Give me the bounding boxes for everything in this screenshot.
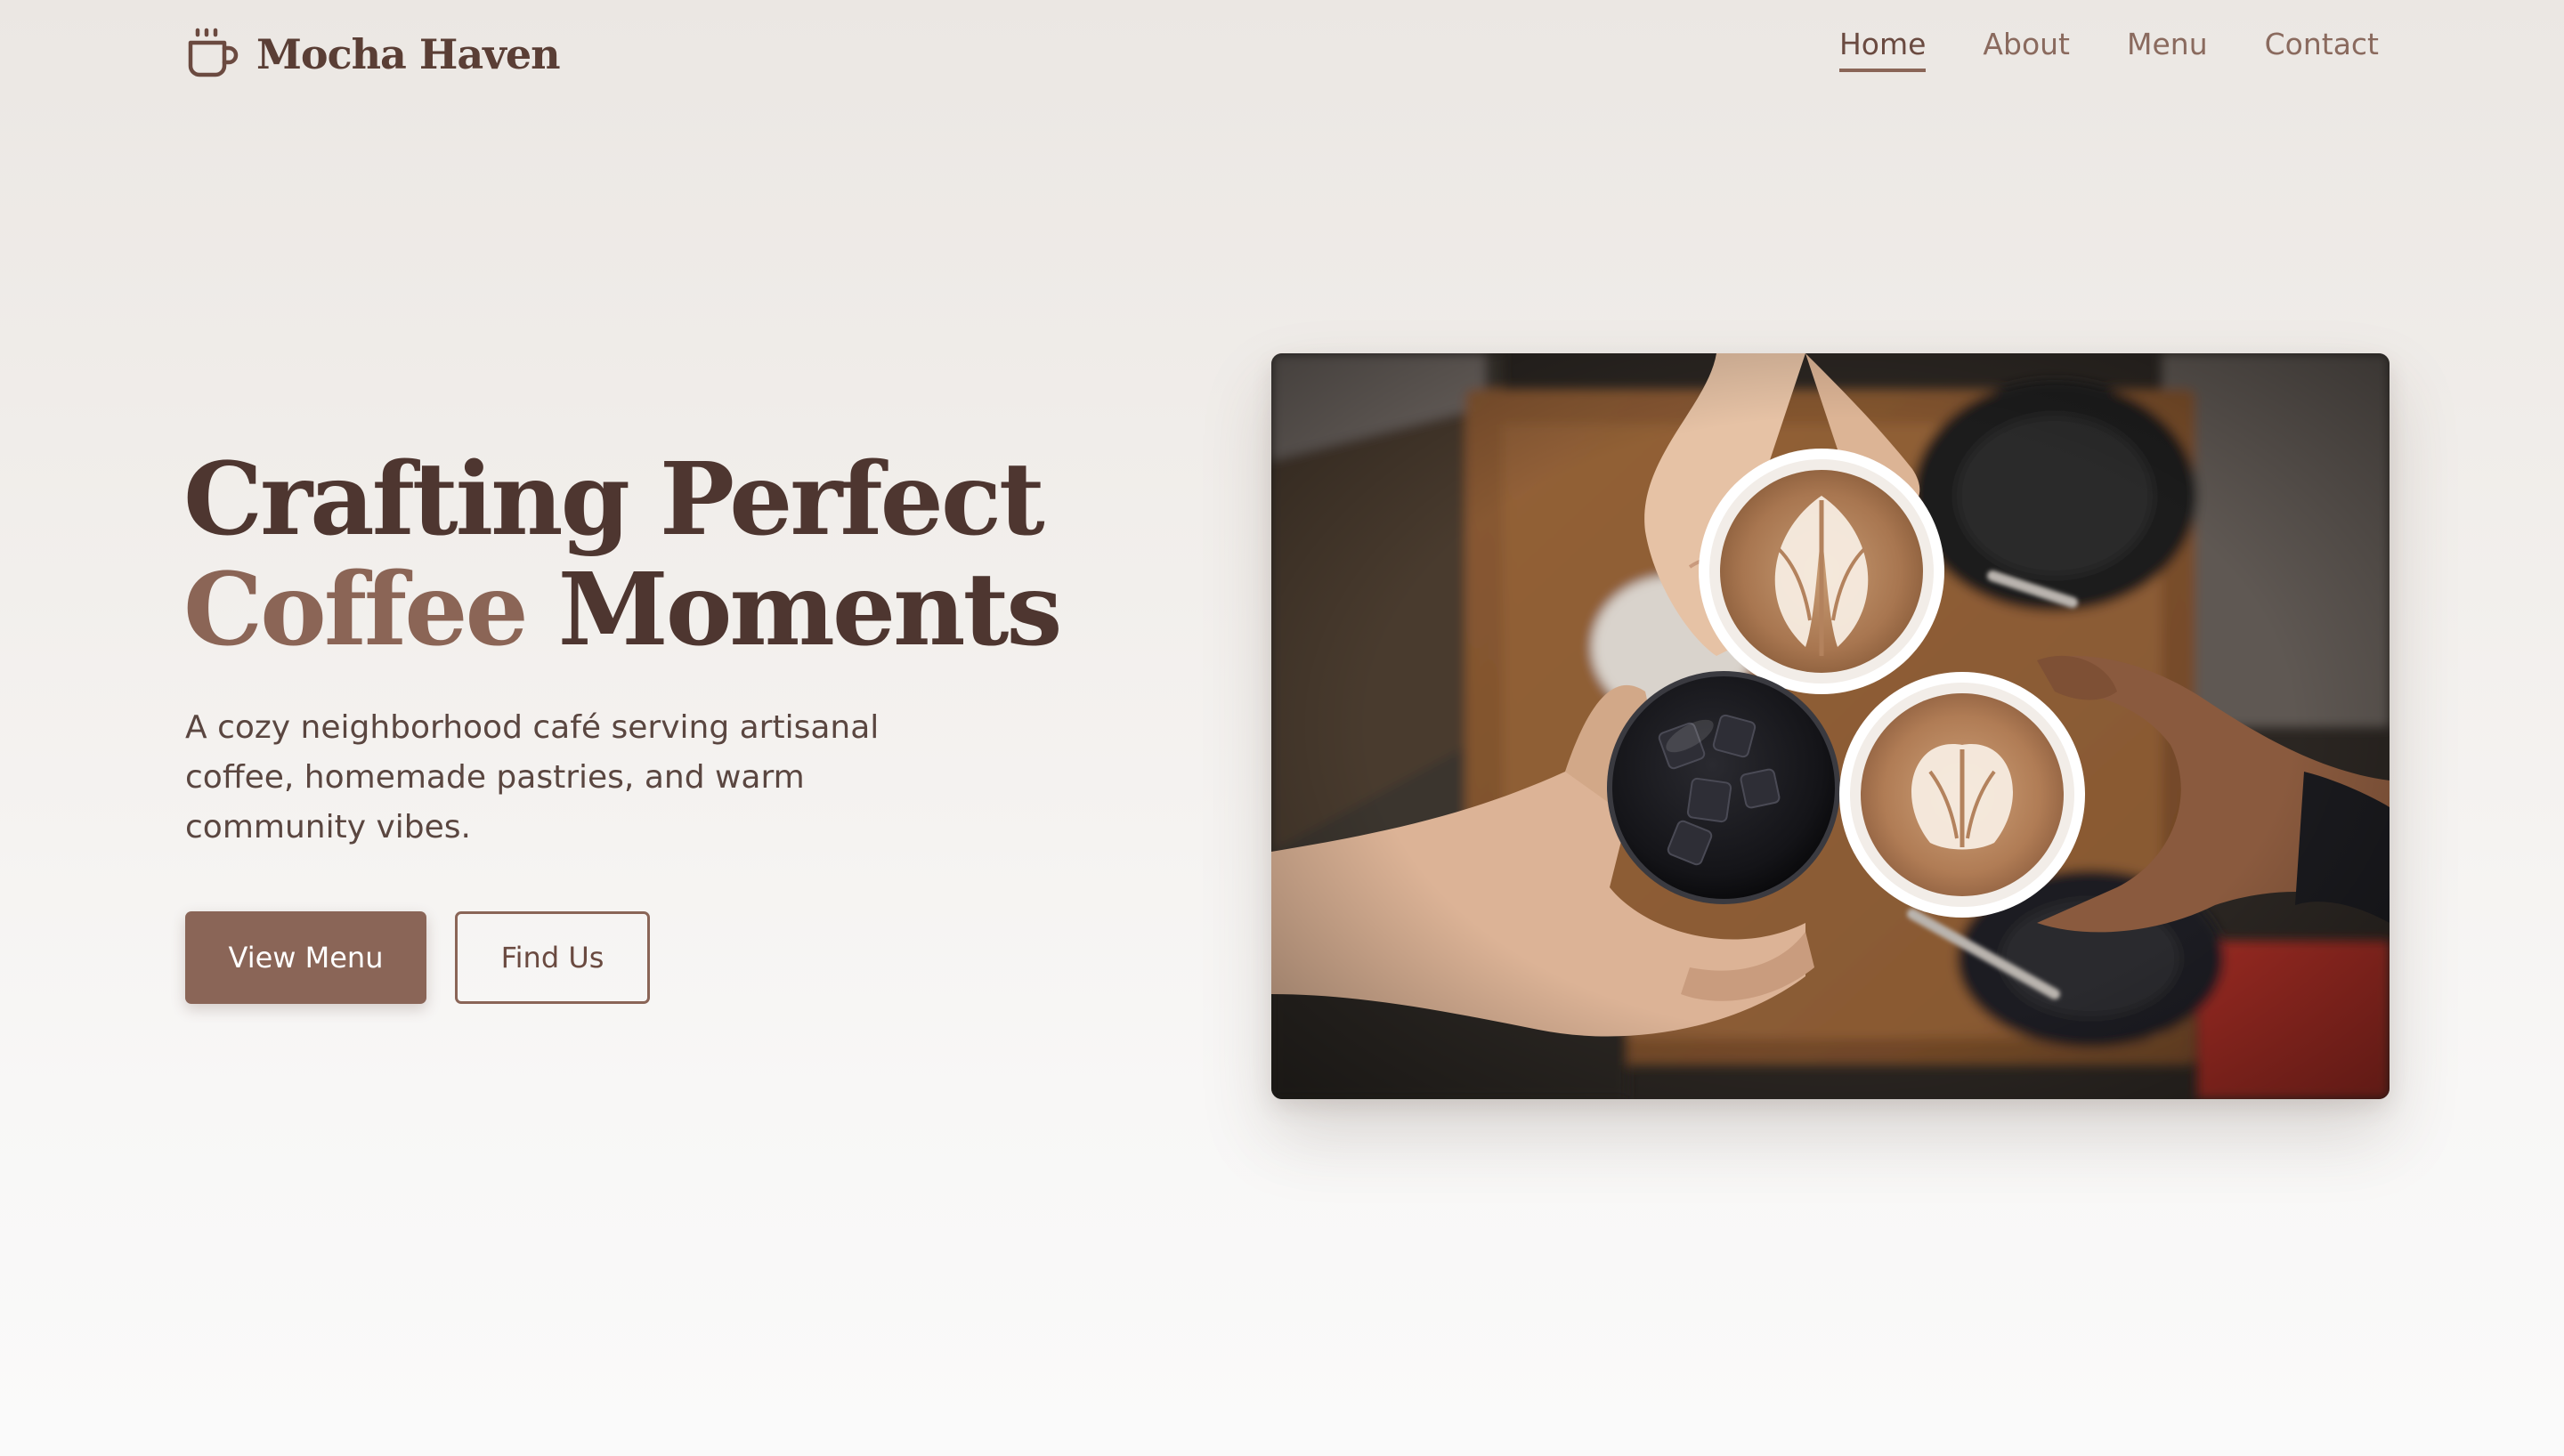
logo[interactable]: Mocha Haven — [185, 23, 561, 85]
view-menu-button[interactable]: View Menu — [185, 911, 426, 1004]
hero-image — [1271, 353, 2390, 1099]
brand-name: Mocha Haven — [256, 30, 561, 78]
find-us-button[interactable]: Find Us — [455, 911, 650, 1004]
coffee-cup-icon — [188, 28, 239, 77]
nav-item-about[interactable]: About — [1983, 27, 2070, 72]
nav-item-contact[interactable]: Contact — [2265, 27, 2379, 72]
hero-title: Crafting Perfect Coffee Moments — [183, 445, 1063, 668]
nav-item-home[interactable]: Home — [1838, 27, 1927, 72]
hero-title-line2: Moments — [525, 552, 1063, 668]
hero-subtitle: A cozy neighborhood café serving artisan… — [185, 709, 880, 845]
hero-title-line1: Crafting Perfect — [183, 441, 1045, 558]
nav-item-menu[interactable]: Menu — [2127, 27, 2208, 72]
hero-title-accent: Coffee — [183, 552, 529, 668]
site-header: Mocha Haven Home About Menu Contact — [0, 0, 2564, 107]
main-nav: Home About Menu Contact — [1838, 27, 2379, 72]
coffee-cheers-illustration — [1271, 353, 2390, 1099]
